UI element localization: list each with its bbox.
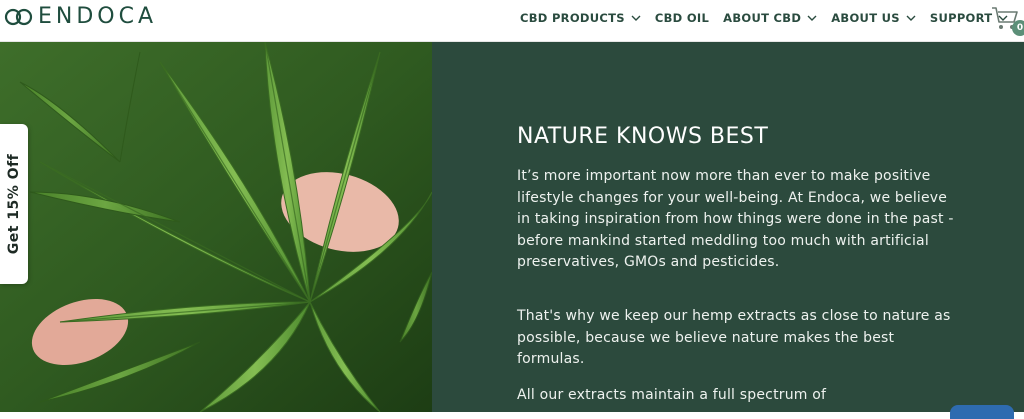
endoca-logo[interactable]: ENDOCA <box>4 4 157 30</box>
hemp-leaves-illustration <box>0 42 432 412</box>
section-paragraph: That's why we keep our hemp extracts as … <box>517 308 951 367</box>
cart-count-badge: 0 <box>1012 20 1024 36</box>
endoca-logo-icon <box>4 8 33 26</box>
nav-item-label: SUPPORT <box>929 11 993 25</box>
hemp-plant-image <box>0 42 432 412</box>
chevron-down-icon <box>807 15 817 21</box>
nav-item-label: ABOUT CBD <box>723 11 802 25</box>
chat-widget-button[interactable] <box>950 405 1014 419</box>
chevron-down-icon <box>631 15 641 21</box>
nav-item-label: CBD OIL <box>654 11 710 25</box>
main-nav: CBD PRODUCTS CBD OIL ABOUT CBD ABOUT US … <box>520 0 1008 36</box>
brand-name: ENDOCA <box>38 4 158 29</box>
section-title: NATURE KNOWS BEST <box>517 124 769 149</box>
nav-item-about-cbd[interactable]: ABOUT CBD <box>723 11 817 25</box>
nav-item-label: CBD PRODUCTS <box>520 11 625 25</box>
section-paragraph: It’s more important now more than ever t… <box>517 168 954 270</box>
nav-item-cbd-oil[interactable]: CBD OIL <box>655 11 709 25</box>
cart-button[interactable]: 0 <box>990 4 1024 38</box>
nature-knows-best-section: NATURE KNOWS BEST It’s more important no… <box>432 42 1024 412</box>
section-paragraph: All our extracts maintain a full spectru… <box>517 387 827 403</box>
discount-tab-label: Get 15% Off <box>6 153 22 255</box>
site-header: ENDOCA CBD PRODUCTS CBD OIL ABOUT CBD AB… <box>0 0 1024 42</box>
chevron-down-icon <box>906 15 916 21</box>
nav-item-cbd-products[interactable]: CBD PRODUCTS <box>520 11 641 25</box>
get-discount-tab[interactable]: Get 15% Off <box>0 124 28 284</box>
nav-item-about-us[interactable]: ABOUT US <box>831 11 916 25</box>
nav-item-label: ABOUT US <box>831 11 900 25</box>
